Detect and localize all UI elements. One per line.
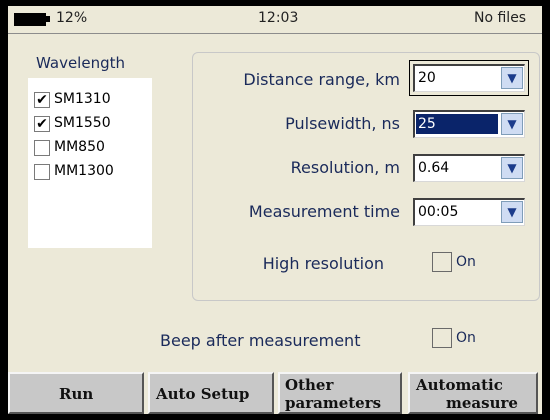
measurement-time-label: Measurement time (248, 202, 400, 221)
high-resolution-on-label: On (456, 254, 476, 270)
clock: 12:03 (258, 10, 299, 26)
battery-level: 12% (56, 10, 88, 26)
other-parameters-line1: Other (285, 376, 334, 394)
wavelength-label: SM1310 (54, 91, 111, 107)
files-status: No files (474, 10, 527, 26)
pulsewidth-value: 25 (416, 114, 498, 134)
checkbox-mm850[interactable] (34, 140, 50, 156)
other-parameters-button[interactable]: Other parameters (278, 372, 402, 414)
pulsewidth-select[interactable]: 25 ▼ (413, 110, 525, 138)
beep-toggle[interactable] (432, 328, 452, 348)
run-button-label: Run (59, 385, 94, 403)
automatic-measure-line2: measure (446, 394, 518, 412)
chevron-down-icon[interactable]: ▼ (501, 113, 523, 135)
checkbox-sm1550[interactable]: ✔ (34, 116, 50, 132)
measurement-time-value: 00:05 (418, 204, 459, 220)
status-bar: 12% 12:03 No files (8, 6, 542, 34)
checkbox-mm1300[interactable] (34, 164, 50, 180)
chevron-down-icon[interactable]: ▼ (501, 157, 523, 179)
resolution-select[interactable]: 0.64 ▼ (413, 154, 525, 182)
wavelength-label: MM850 (54, 139, 105, 155)
pulsewidth-label: Pulsewidth, ns (285, 114, 400, 133)
auto-setup-button[interactable]: Auto Setup (148, 372, 274, 414)
checkbox-sm1310[interactable]: ✔ (34, 92, 50, 108)
run-button[interactable]: Run (8, 372, 144, 414)
other-parameters-line2: parameters (285, 394, 382, 412)
beep-on-label: On (456, 330, 476, 346)
distance-range-label: Distance range, km (243, 70, 400, 89)
automatic-measure-line1: Automatic (416, 376, 503, 394)
distance-range-value: 20 (418, 70, 436, 86)
wavelength-label: MM1300 (54, 163, 114, 179)
battery-icon (14, 13, 46, 26)
wavelength-label: SM1550 (54, 115, 111, 131)
chevron-down-icon[interactable]: ▼ (501, 67, 523, 89)
measurement-time-select[interactable]: 00:05 ▼ (413, 198, 525, 226)
battery-tip (46, 16, 50, 22)
otdr-settings-screen: 12% 12:03 No files Wavelength ✔ SM1310 ✔… (8, 6, 542, 414)
resolution-value: 0.64 (418, 160, 450, 176)
distance-range-select[interactable]: 20 ▼ (413, 64, 525, 92)
automatic-measure-button[interactable]: Automatic measure (408, 372, 538, 414)
wavelength-title: Wavelength (36, 54, 125, 72)
auto-setup-label: Auto Setup (156, 385, 250, 403)
beep-label: Beep after measurement (160, 331, 361, 350)
high-resolution-label: High resolution (262, 254, 384, 273)
high-resolution-toggle[interactable] (432, 252, 452, 272)
wavelength-list: ✔ SM1310 ✔ SM1550 MM850 MM1300 (28, 78, 152, 248)
resolution-label: Resolution, m (290, 158, 400, 177)
chevron-down-icon[interactable]: ▼ (501, 201, 523, 223)
